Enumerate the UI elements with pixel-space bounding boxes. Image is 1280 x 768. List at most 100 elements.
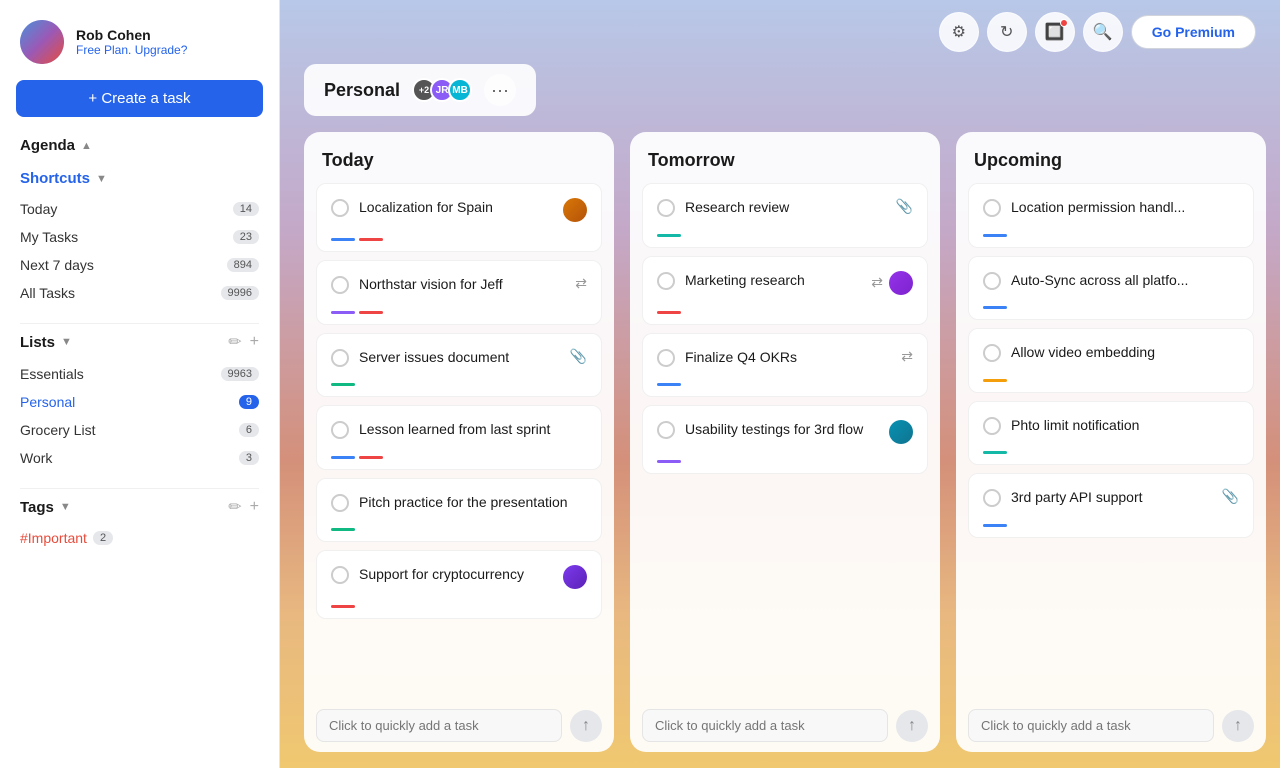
tomorrow-quick-add-input[interactable] [642,709,888,742]
task-pitch[interactable]: Pitch practice for the presentation [316,478,602,543]
subtask-icon: ⇄ [871,274,883,291]
priority-bar-red [657,311,681,314]
task-checkbox[interactable] [983,417,1001,435]
column-today: Today Localization for Spain [304,132,614,752]
lists-section: Lists ▼ ✏ + Essentials 9963 Personal 9 G… [0,332,279,480]
task-checkbox[interactable] [331,421,349,439]
agenda-header[interactable]: Agenda ▲ [20,137,92,154]
tags-section: Tags ▼ ✏ + #Important 2 [0,497,279,559]
upcoming-quick-add-input[interactable] [968,709,1214,742]
task-photo-limit[interactable]: Phto limit notification [968,401,1254,466]
task-checkbox[interactable] [331,199,349,217]
shortcuts-section: Shortcuts ▼ Today 14 My Tasks 23 Next 7 … [0,170,279,315]
task-checkbox[interactable] [657,272,675,290]
task-video-embed[interactable]: Allow video embedding [968,328,1254,393]
board-more-button[interactable]: ··· [484,74,516,106]
list-item-grocery[interactable]: Grocery List 6 [20,416,259,444]
task-checkbox[interactable] [983,272,1001,290]
refresh-icon: ↻ [1000,22,1013,42]
priority-bar-red [331,605,355,608]
task-okrs[interactable]: Finalize Q4 OKRs ⇄ [642,333,928,398]
task-checkbox[interactable] [983,489,1001,507]
topbar: ⚙ ↻ 🔲 🔍 Go Premium [280,0,1280,64]
upcoming-column-footer: ↑ [956,699,1266,752]
task-checkbox[interactable] [983,199,1001,217]
task-server[interactable]: Server issues document 📎 [316,333,602,398]
priority-bar-purple [657,460,681,463]
nav-item-today[interactable]: Today 14 [20,195,259,223]
refresh-button[interactable]: ↻ [987,12,1027,52]
task-checkbox[interactable] [657,421,675,439]
nav-item-next-7-days[interactable]: Next 7 days 894 [20,251,259,279]
task-northstar[interactable]: Northstar vision for Jeff ⇄ [316,260,602,325]
task-avatar [563,565,587,589]
tomorrow-add-send-button[interactable]: ↑ [896,710,928,742]
task-location[interactable]: Location permission handl... [968,183,1254,248]
search-button[interactable]: 🔍 [1083,12,1123,52]
column-today-title: Today [322,150,374,170]
attachment-icon: 📎 [896,198,913,215]
task-checkbox[interactable] [331,566,349,584]
shortcuts-header[interactable]: Shortcuts ▼ [20,170,107,187]
lists-add-button[interactable]: + [250,332,259,352]
task-checkbox[interactable] [983,344,1001,362]
priority-bar-blue [983,234,1007,237]
tags-header[interactable]: Tags ▼ [20,499,71,516]
lists-header[interactable]: Lists ▼ [20,334,72,351]
nav-item-all-tasks[interactable]: All Tasks 9996 [20,279,259,307]
column-upcoming: Upcoming Location permission handl... [956,132,1266,752]
board-title-pill: Personal +2 JR MB ··· [304,64,536,116]
priority-bar-yellow [983,379,1007,382]
shortcuts-chevron-icon: ▼ [96,173,107,185]
task-lesson[interactable]: Lesson learned from last sprint [316,405,602,470]
list-item-personal[interactable]: Personal 9 [20,388,259,416]
go-premium-button[interactable]: Go Premium [1131,15,1256,49]
task-checkbox[interactable] [657,349,675,367]
lists-chevron-icon: ▼ [61,336,72,348]
create-task-button[interactable]: + Create a task [16,80,263,117]
tags-add-button[interactable]: + [250,497,259,517]
task-api-support[interactable]: 3rd party API support 📎 [968,473,1254,538]
task-localization[interactable]: Localization for Spain [316,183,602,252]
sidebar-header: Rob Cohen Free Plan. Upgrade? [0,0,279,80]
today-add-send-button[interactable]: ↑ [570,710,602,742]
upgrade-link[interactable]: Upgrade? [135,43,188,57]
today-quick-add-input[interactable] [316,709,562,742]
notification-button[interactable]: 🔲 [1035,12,1075,52]
user-info: Rob Cohen Free Plan. Upgrade? [76,27,187,57]
task-checkbox[interactable] [331,276,349,294]
today-column-footer: ↑ [304,699,614,752]
task-checkbox[interactable] [331,494,349,512]
user-name: Rob Cohen [76,27,187,43]
upcoming-add-send-button[interactable]: ↑ [1222,710,1254,742]
settings-button[interactable]: ⚙ [939,12,979,52]
priority-bar-green [331,383,355,386]
subtask-icon: ⇄ [901,348,913,365]
sidebar: Rob Cohen Free Plan. Upgrade? + Create a… [0,0,280,768]
column-upcoming-tasks: Location permission handl... Auto-Sync a… [956,183,1266,699]
board-columns: Today Localization for Spain [280,132,1280,768]
list-item-work[interactable]: Work 3 [20,444,259,472]
task-research-review[interactable]: Research review 📎 [642,183,928,248]
attachment-icon: 📎 [1222,488,1239,505]
column-today-tasks: Localization for Spain [304,183,614,699]
lists-edit-button[interactable]: ✏ [228,332,241,352]
task-checkbox[interactable] [331,349,349,367]
task-checkbox[interactable] [657,199,675,217]
tag-item-important[interactable]: #Important 2 [20,525,259,551]
nav-item-my-tasks[interactable]: My Tasks 23 [20,223,259,251]
subtask-icon: ⇄ [575,275,587,292]
column-tomorrow-title: Tomorrow [648,150,735,170]
list-item-essentials[interactable]: Essentials 9963 [20,360,259,388]
task-crypto[interactable]: Support for cryptocurrency [316,550,602,619]
task-avatar [889,271,913,295]
task-avatar [563,198,587,222]
task-marketing[interactable]: Marketing research ⇄ [642,256,928,325]
tomorrow-column-footer: ↑ [630,699,940,752]
task-autosync[interactable]: Auto-Sync across all platfo... [968,256,1254,321]
column-upcoming-title: Upcoming [974,150,1062,170]
tags-edit-button[interactable]: ✏ [228,497,241,517]
priority-bar-green [331,528,355,531]
task-usability[interactable]: Usability testings for 3rd flow [642,405,928,474]
avatar-mb: MB [448,78,472,102]
